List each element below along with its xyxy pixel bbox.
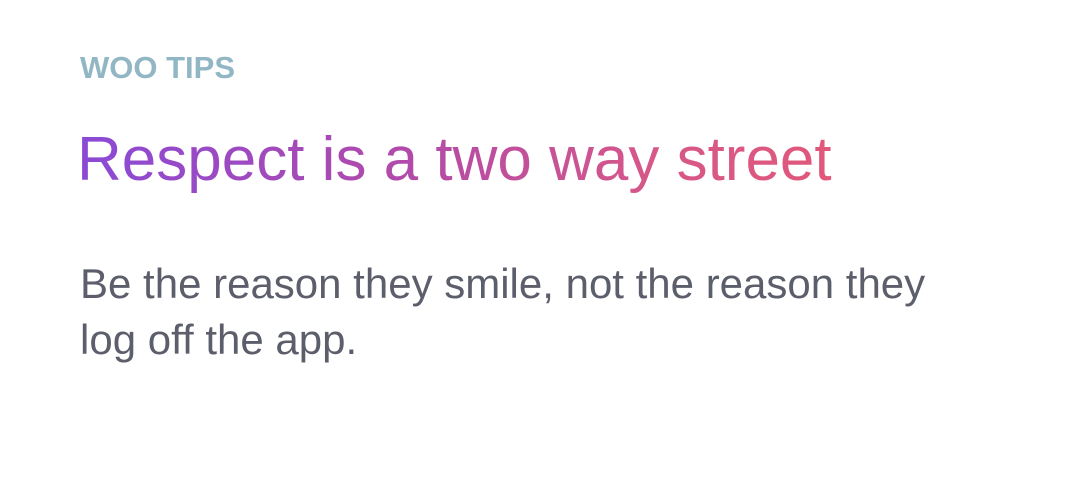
- section-label: WOO TIPS: [80, 50, 235, 85]
- tip-headline: Respect is a two way street: [77, 122, 832, 198]
- tip-body-text: Be the reason they smile, not the reason…: [80, 260, 926, 363]
- tip-card: WOO TIPS Respect is a two way street Be …: [0, 0, 1080, 480]
